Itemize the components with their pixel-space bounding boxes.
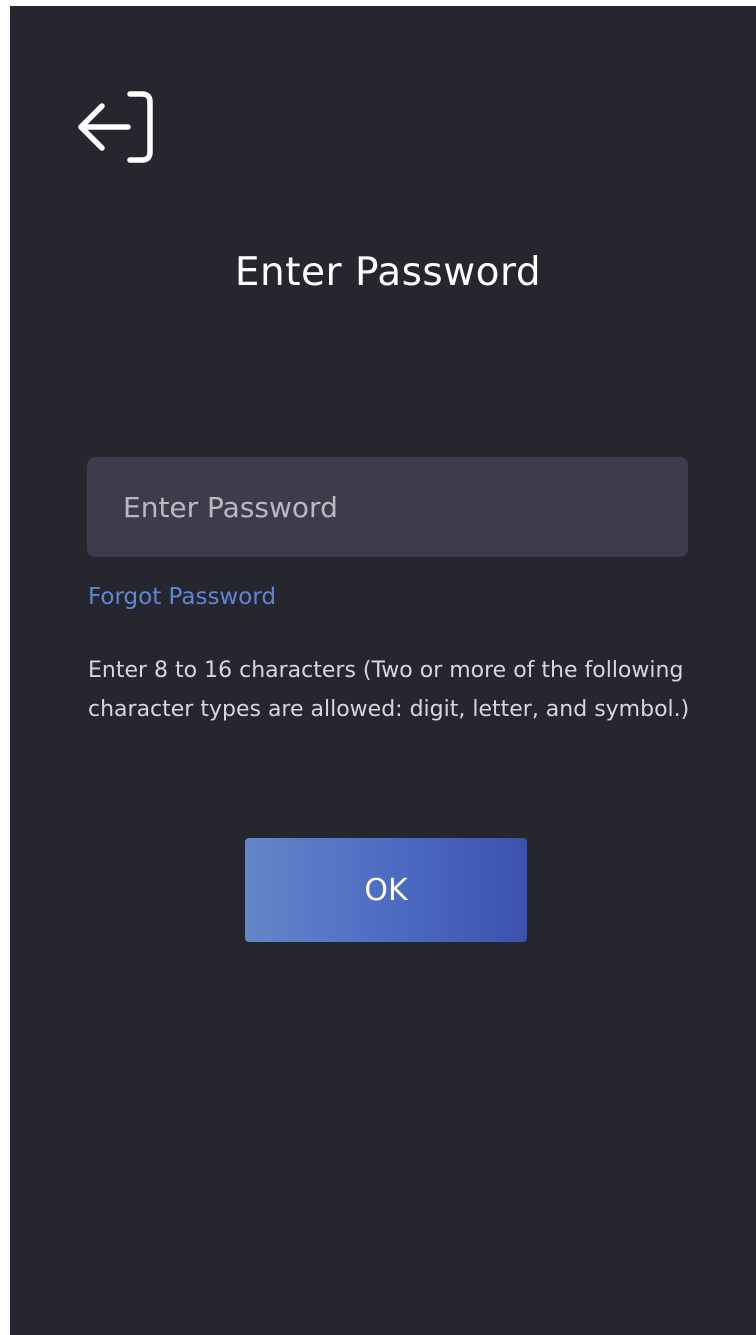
- page-title: Enter Password: [234, 250, 542, 295]
- password-screen: Enter Password Forgot Password Enter 8 t…: [10, 6, 756, 1335]
- ok-button[interactable]: OK: [245, 838, 527, 942]
- password-hint: Enter 8 to 16 characters (Two or more of…: [88, 658, 690, 722]
- password-input[interactable]: [87, 457, 688, 557]
- forgot-password-link[interactable]: Forgot Password: [88, 584, 276, 610]
- exit-icon: [78, 91, 153, 163]
- exit-button[interactable]: [72, 84, 158, 170]
